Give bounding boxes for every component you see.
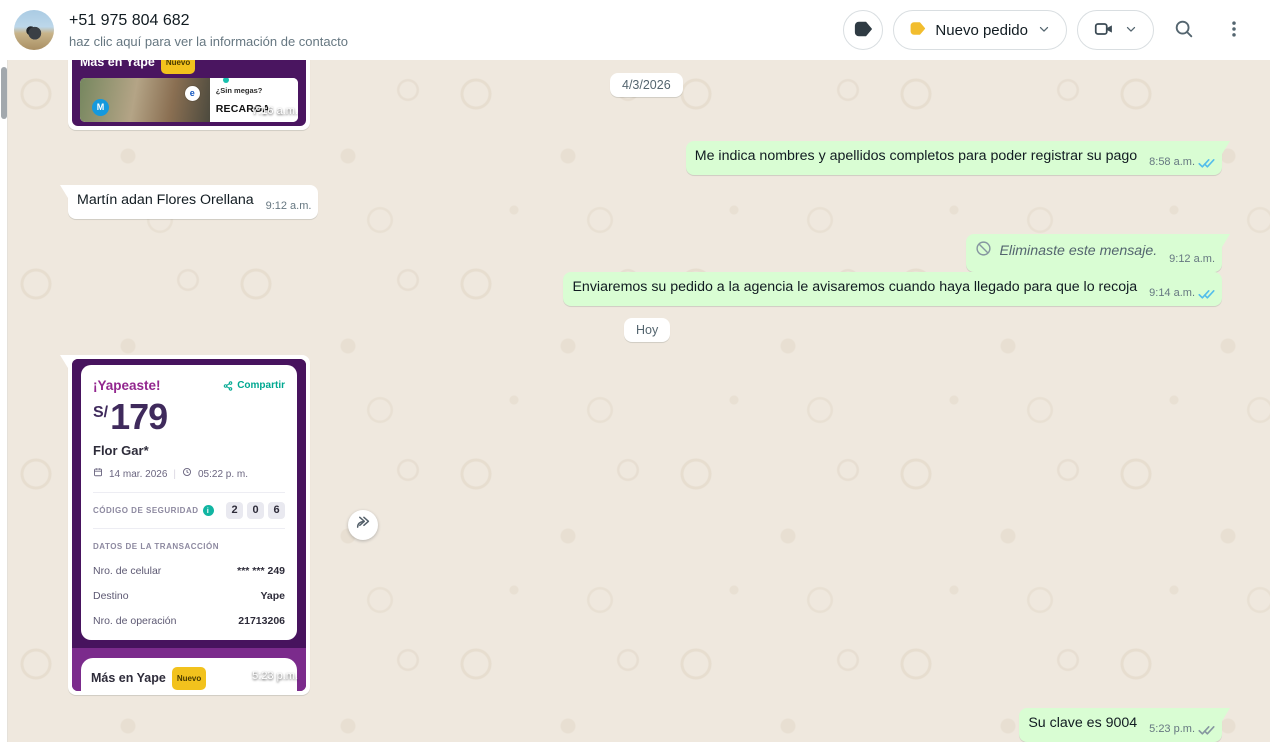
code-digit: 6 <box>268 502 285 519</box>
calendar-icon <box>93 465 103 484</box>
incoming-message[interactable]: Martín adan Flores Orellana 9:12 a.m. <box>60 185 319 219</box>
chevron-down-icon <box>1124 22 1138 39</box>
video-call-dropdown[interactable] <box>1077 10 1154 50</box>
divider <box>93 492 285 493</box>
security-code-label: CÓDIGO DE SEGURIDAD <box>93 506 199 515</box>
chevron-down-icon <box>1037 22 1051 39</box>
double-check-read-icon <box>1198 157 1215 169</box>
entel-logo: e <box>184 86 200 101</box>
incoming-image-message[interactable]: Más en Yape Nuevo M e ¿Sin megas? RECARG… <box>68 60 310 130</box>
message-text: Su clave es 9004 <box>1028 715 1138 731</box>
security-code: 2 0 6 <box>226 502 285 519</box>
row-value: *** *** 249 <box>237 565 285 577</box>
bubble-tail <box>1222 708 1230 721</box>
amount-value: 179 <box>110 396 168 437</box>
outgoing-message[interactable]: Me indica nombres y apellidos completos … <box>685 141 1230 175</box>
more-in-yape-title: Más en Yape <box>91 671 166 685</box>
message-text: Enviaremos su pedido a la agencia le avi… <box>572 279 1138 295</box>
movistar-logo: M <box>92 99 109 116</box>
header-actions: Nuevo pedido <box>843 10 1254 50</box>
transaction-row: Nro. de celular *** *** 249 <box>93 562 285 581</box>
forward-message-button[interactable] <box>348 510 378 540</box>
message-time: 8:58 a.m. <box>1149 156 1195 168</box>
message-text: Eliminaste este mensaje. <box>999 243 1158 259</box>
message-text: Me indica nombres y apellidos completos … <box>694 148 1138 164</box>
meta-separator: | <box>173 469 176 480</box>
outgoing-message[interactable]: Enviaremos su pedido a la agencia le avi… <box>563 272 1222 306</box>
currency-symbol: S/ <box>93 404 109 421</box>
bubble-tail <box>1222 141 1230 154</box>
bubble-tail <box>1222 234 1230 247</box>
search-icon <box>1173 18 1195 43</box>
contact-subtitle: haz clic aquí para ver la información de… <box>69 34 348 49</box>
video-camera-icon <box>1093 18 1115 43</box>
chat-list-scrollbar[interactable] <box>1 67 7 119</box>
message-text: Martín adan Flores Orellana <box>77 192 254 208</box>
share-button: Compartir <box>223 376 285 395</box>
conversation-header: +51 975 804 682 haz clic aquí para ver l… <box>0 0 1270 60</box>
forward-icon <box>354 513 373 537</box>
menu-button[interactable] <box>1214 10 1254 50</box>
double-check-read-icon <box>1198 288 1215 300</box>
double-check-delivered-icon <box>1198 724 1215 736</box>
promo-title: Más en Yape <box>80 60 155 69</box>
message-time: 9:12 a.m. <box>1169 253 1215 265</box>
transaction-row: Destino Yape <box>93 587 285 606</box>
transaction-data-label: DATOS DE LA TRANSACCIÓN <box>93 542 220 551</box>
kebab-menu-icon <box>1224 19 1244 42</box>
contact-avatar[interactable] <box>14 10 54 50</box>
row-label: Nro. de celular <box>93 565 162 577</box>
promo-photo: M e <box>80 78 210 122</box>
label-tag-icon <box>853 19 873 42</box>
adjacent-panel-edge <box>0 60 8 742</box>
row-value: Yape <box>260 590 285 602</box>
message-time: 9:14 a.m. <box>1149 287 1195 299</box>
bubble-tail <box>60 355 68 368</box>
receipt-heading: ¡Yapeaste! <box>93 378 161 393</box>
date-chip: 4/3/2026 <box>610 73 683 97</box>
info-icon: i <box>202 505 214 516</box>
yellow-label-tag-icon <box>909 20 926 40</box>
message-time: 7:16 a.m. <box>252 105 298 117</box>
deleted-message[interactable]: Eliminaste este mensaje. 9:12 a.m. <box>966 234 1230 272</box>
receipt-amount: S/ 179 <box>93 397 285 437</box>
row-value: 21713206 <box>238 615 285 627</box>
nuevo-badge: Nuevo <box>160 60 196 74</box>
search-button[interactable] <box>1164 10 1204 50</box>
label-filter-button[interactable] <box>843 10 884 50</box>
yape-promo-image[interactable]: Más en Yape Nuevo M e ¿Sin megas? RECARG… <box>72 60 306 126</box>
chat-panel: Más en Yape Nuevo M e ¿Sin megas? RECARG… <box>0 60 1270 742</box>
order-label-text: Nuevo pedido <box>935 21 1028 39</box>
contact-title: +51 975 804 682 <box>69 12 190 29</box>
order-label-dropdown[interactable]: Nuevo pedido <box>893 10 1067 50</box>
prohibited-icon <box>975 240 992 263</box>
share-label: Compartir <box>237 380 285 391</box>
receipt-date: 14 mar. 2026 <box>109 469 168 480</box>
message-time: 5:23 p.m. <box>1149 723 1195 735</box>
row-label: Nro. de operación <box>93 615 177 627</box>
outgoing-message[interactable]: Su clave es 9004 5:23 p.m. <box>1019 708 1230 742</box>
incoming-image-message[interactable]: ¡Yapeaste! Compartir S/ 179 Flor Gar* 14… <box>60 355 310 695</box>
transaction-row: Nro. de operación 21713206 <box>93 612 285 631</box>
receipt-time: 05:22 p. m. <box>197 469 249 480</box>
code-digit: 2 <box>226 502 243 519</box>
date-chip-today: Hoy <box>624 318 671 342</box>
clock-icon <box>182 465 192 484</box>
divider <box>93 528 285 529</box>
payee-name: Flor Gar* <box>93 443 149 458</box>
yape-receipt-image[interactable]: ¡Yapeaste! Compartir S/ 179 Flor Gar* 14… <box>72 359 306 691</box>
row-label: Destino <box>93 590 129 602</box>
promo-question: ¿Sin megas? <box>215 86 263 95</box>
bubble-tail <box>60 185 68 198</box>
nuevo-badge: Nuevo <box>171 667 207 690</box>
contact-info-button[interactable]: +51 975 804 682 haz clic aquí para ver l… <box>14 10 843 50</box>
code-digit: 0 <box>247 502 264 519</box>
message-time: 9:12 a.m. <box>265 200 312 212</box>
message-time: 5:23 p.m. <box>252 670 298 682</box>
